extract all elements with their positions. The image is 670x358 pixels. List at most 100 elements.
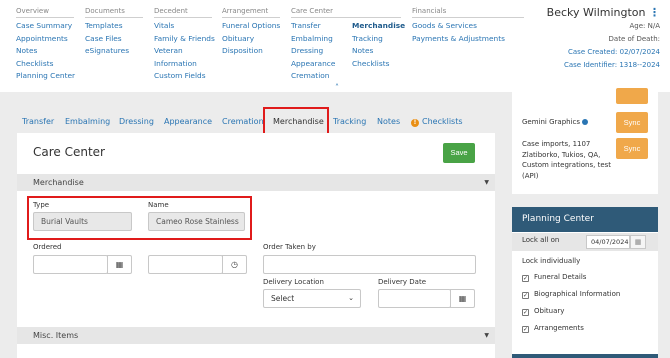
gemini-graphics-label: Gemini Graphics [522, 118, 581, 126]
nav-checklists[interactable]: Checklists [16, 58, 75, 71]
lock-arrangements[interactable]: ✓ Arrangements [522, 324, 584, 333]
tab-dressing[interactable]: Dressing [119, 108, 154, 136]
case-imports-sync-button[interactable]: Sync [616, 138, 648, 159]
nav-information[interactable]: Information [154, 58, 215, 71]
double-chevron-up-icon[interactable]: ˄ [335, 83, 339, 92]
nav-head-arrangement: Arrangement [222, 6, 280, 18]
tab-notes[interactable]: Notes [377, 108, 400, 136]
person-name: Becky Wilmington [546, 6, 646, 19]
chevron-down-icon: ⌄ [348, 294, 354, 302]
ordered-label: Ordered [33, 243, 62, 251]
order-taken-input[interactable] [263, 255, 476, 274]
next-panel-header [512, 354, 658, 358]
nav-family-friends[interactable]: Family & Friends [154, 33, 215, 46]
nav-appearance[interactable]: Appearance [291, 58, 335, 71]
tab-checklists[interactable]: ! Checklists [411, 108, 463, 136]
nav-custom-fields[interactable]: Custom Fields [154, 70, 215, 83]
lock-arrangements-label: Arrangements [534, 324, 584, 332]
nav-col-arrangement: Funeral Options Obituary Disposition [222, 20, 280, 58]
highlight-type-name-fields [27, 196, 252, 240]
lock-funeral-details[interactable]: ✓ Funeral Details [522, 273, 586, 282]
nav-veteran[interactable]: Veteran [154, 45, 215, 58]
nav-esignatures[interactable]: eSignatures [85, 45, 129, 58]
delivery-location-value: Select [271, 294, 295, 303]
misc-caret-down-icon[interactable]: ▼ [484, 327, 489, 344]
lock-date-input[interactable]: 04/07/2024 [586, 235, 630, 249]
calendar-icon[interactable]: ▦ [107, 255, 132, 274]
case-person-info: Becky Wilmington ⋮ Age: N/A Date of Deat… [547, 6, 660, 72]
misc-items-section-header[interactable]: Misc. Items ▼ [17, 327, 495, 344]
nav-group-documents: Documents [85, 6, 143, 18]
planning-center-panel: Planning Center Lock all on 04/07/2024 ▦… [512, 207, 658, 358]
nav-head-decedent: Decedent [154, 6, 212, 18]
nav-vitals[interactable]: Vitals [154, 20, 215, 33]
lock-obituary[interactable]: ✓ Obituary [522, 307, 564, 316]
nav-goods-services[interactable]: Goods & Services [412, 20, 505, 33]
nav-payments-adjustments[interactable]: Payments & Adjustments [412, 33, 505, 46]
nav-tracking[interactable]: Tracking [352, 33, 405, 46]
nav-group-decedent: Decedent [154, 6, 212, 18]
delivery-location-label: Delivery Location [263, 278, 324, 286]
nav-col-care-center-1: Transfer Embalming Dressing Appearance C… [291, 20, 335, 83]
warning-icon: ! [411, 119, 419, 127]
nav-notes[interactable]: Notes [16, 45, 75, 58]
gemini-graphics: Gemini Graphics [522, 117, 589, 128]
checkbox-icon[interactable]: ✓ [522, 292, 529, 299]
tab-cremation[interactable]: Cremation [222, 108, 264, 136]
nav-transfer[interactable]: Transfer [291, 20, 335, 33]
nav-embalming[interactable]: Embalming [291, 33, 335, 46]
nav-group-overview: Overview [16, 6, 74, 18]
tab-embalming[interactable]: Embalming [65, 108, 110, 136]
nav-case-summary[interactable]: Case Summary [16, 20, 75, 33]
nav-dressing[interactable]: Dressing [291, 45, 335, 58]
lock-obituary-label: Obituary [534, 307, 565, 315]
planning-center-title: Planning Center [512, 207, 658, 232]
nav-funeral-options[interactable]: Funeral Options [222, 20, 280, 33]
nav-obituary[interactable]: Obituary [222, 33, 280, 46]
nav-disposition[interactable]: Disposition [222, 45, 280, 58]
tab-appearance[interactable]: Appearance [164, 108, 212, 136]
delivery-date-input[interactable] [378, 289, 451, 308]
tab-tracking[interactable]: Tracking [333, 108, 366, 136]
gemini-sync-button[interactable]: Sync [616, 112, 648, 133]
nav-planning-center[interactable]: Planning Center [16, 70, 75, 83]
lock-calendar-icon[interactable]: ▦ [630, 235, 646, 249]
checkbox-icon[interactable]: ✓ [522, 275, 529, 282]
tab-transfer[interactable]: Transfer [22, 108, 54, 136]
care-center-card: Care Center Save Merchandise ▼ Type Buri… [17, 133, 495, 358]
caret-down-icon[interactable]: ▼ [484, 174, 489, 191]
info-icon[interactable] [582, 119, 589, 125]
delivery-date-label: Delivery Date [378, 278, 427, 286]
checkbox-icon[interactable]: ✓ [522, 309, 529, 316]
lock-individually-label: Lock individually [522, 257, 581, 265]
nav-case-files[interactable]: Case Files [85, 33, 129, 46]
nav-appointments[interactable]: Appointments [16, 33, 75, 46]
nav-care-notes[interactable]: Notes [352, 45, 405, 58]
nav-col-decedent: Vitals Family & Friends Veteran Informat… [154, 20, 215, 83]
case-imports: Case imports, 1107 Zlatiborko, Tukios, Q… [522, 140, 612, 180]
merchandise-section-header[interactable]: Merchandise ▼ [17, 174, 495, 191]
nav-head-documents: Documents [85, 6, 143, 18]
nav-col-overview: Case Summary Appointments Notes Checklis… [16, 20, 75, 83]
lock-all-label: Lock all on [522, 236, 560, 244]
nav-care-checklists[interactable]: Checklists [352, 58, 405, 71]
nav-head-financials: Financials [412, 6, 524, 18]
clock-icon[interactable]: ◷ [222, 255, 247, 274]
save-button[interactable]: Save [443, 143, 475, 163]
delivery-location-select[interactable]: Select ⌄ [263, 289, 361, 308]
page-title: Care Center [33, 145, 105, 159]
person-date-of-death: Date of Death: [608, 35, 660, 43]
ordered-date-input[interactable] [33, 255, 108, 274]
sync-button-top[interactable] [616, 88, 648, 104]
nav-merchandise[interactable]: Merchandise [352, 20, 405, 33]
lock-biographical-information[interactable]: ✓ Biographical Information [522, 290, 620, 299]
checkbox-icon[interactable]: ✓ [522, 326, 529, 333]
nav-cremation[interactable]: Cremation [291, 70, 335, 83]
nav-group-financials: Financials [412, 6, 524, 18]
nav-col-documents: Templates Case Files eSignatures [85, 20, 129, 58]
nav-templates[interactable]: Templates [85, 20, 129, 33]
merchandise-section-label: Merchandise [33, 178, 84, 187]
ordered-time-input[interactable] [148, 255, 223, 274]
delivery-calendar-icon[interactable]: ▦ [450, 289, 475, 308]
vertical-dots-icon[interactable]: ⋮ [649, 6, 660, 19]
